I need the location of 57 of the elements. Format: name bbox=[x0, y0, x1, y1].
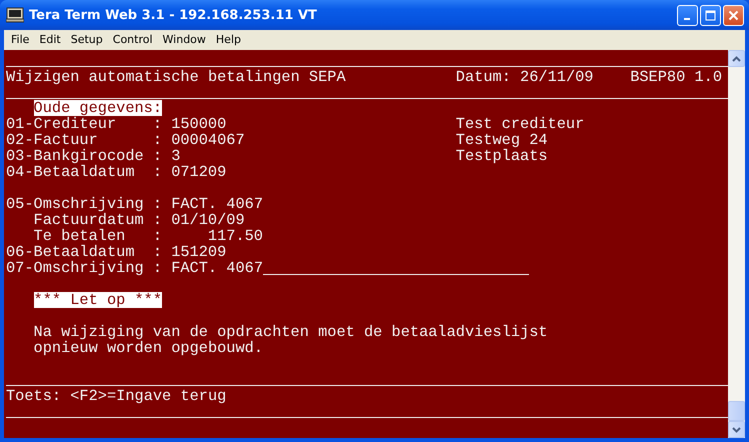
field-label: 02-Factuur bbox=[6, 132, 98, 148]
input-field[interactable]: FACT. 4067 bbox=[171, 260, 530, 276]
program-id: BSEP80 1.0 bbox=[630, 69, 722, 85]
field-note: Testweg 24 bbox=[456, 132, 548, 148]
field-label: 07-Omschrijving bbox=[6, 260, 145, 276]
close-icon bbox=[728, 10, 739, 20]
field-value: 151209 bbox=[171, 244, 226, 260]
field-value: 071209 bbox=[171, 164, 226, 180]
field-separator: : bbox=[152, 260, 164, 276]
chevron-up-icon bbox=[732, 56, 741, 62]
field-separator: : bbox=[152, 244, 164, 260]
warning-label: *** Let op *** bbox=[34, 292, 162, 308]
field-separator: : bbox=[152, 228, 164, 244]
section-label: Oude gegevens: bbox=[34, 100, 162, 116]
field-value: 00004067 bbox=[171, 132, 245, 148]
field-label: 05-Omschrijving bbox=[6, 196, 145, 212]
field-separator: : bbox=[152, 164, 164, 180]
scroll-up-button[interactable] bbox=[728, 50, 745, 67]
screen-title: Wijzigen automatische betalingen SEPA bbox=[6, 69, 347, 85]
scroll-thumb[interactable] bbox=[728, 401, 745, 421]
minimize-icon bbox=[684, 18, 690, 20]
field-value: 01/10/09 bbox=[171, 212, 245, 228]
field-label: 06-Betaaldatum bbox=[6, 244, 135, 260]
field-separator: : bbox=[152, 116, 164, 132]
field-value: 117.50 bbox=[206, 228, 263, 244]
menu-item[interactable]: File bbox=[6, 32, 34, 46]
chevron-down-icon bbox=[732, 426, 741, 432]
scroll-down-button[interactable] bbox=[728, 421, 745, 438]
menu-item[interactable]: Help bbox=[210, 32, 246, 46]
close-button[interactable] bbox=[723, 4, 744, 26]
minimize-button[interactable] bbox=[677, 4, 698, 26]
field-value: 150000 bbox=[171, 116, 226, 132]
window-title: Tera Term Web 3.1 - 192.168.253.11 VT bbox=[29, 8, 318, 22]
field-separator: : bbox=[152, 132, 164, 148]
warning-message: Na wijziging van de opdrachten moet de betaaladvieslijst opnieuw worden opgebouwd. bbox=[34, 324, 549, 356]
scrollbar[interactable] bbox=[728, 50, 745, 438]
function-key-hint: Toets: <F2>=Ingave terug bbox=[6, 388, 226, 404]
menu-item[interactable]: Control bbox=[108, 32, 158, 46]
field-note: Testplaats bbox=[456, 148, 548, 164]
field-value: 3 bbox=[171, 148, 180, 164]
field-label: Factuurdatum bbox=[34, 212, 145, 228]
field-separator: : bbox=[152, 148, 164, 164]
maximize-icon bbox=[705, 10, 716, 20]
field-separator: : bbox=[152, 196, 164, 212]
field-label: 01-Crediteur bbox=[6, 116, 116, 132]
maximize-button[interactable] bbox=[700, 4, 721, 26]
field-label: Te betalen bbox=[34, 228, 126, 244]
menu-item[interactable]: Setup bbox=[66, 32, 108, 46]
field-label: 04-Betaaldatum bbox=[6, 164, 135, 180]
terminal-icon bbox=[6, 7, 24, 23]
field-separator: : bbox=[152, 212, 164, 228]
menu-item[interactable]: Window bbox=[158, 32, 211, 46]
field-label: 03-Bankgirocode bbox=[6, 148, 145, 164]
screen-date: Datum: 26/11/09 bbox=[456, 69, 594, 85]
field-value: FACT. 4067 bbox=[171, 196, 263, 212]
menu-item[interactable]: Edit bbox=[34, 32, 66, 46]
field-note: Test crediteur bbox=[456, 116, 584, 132]
